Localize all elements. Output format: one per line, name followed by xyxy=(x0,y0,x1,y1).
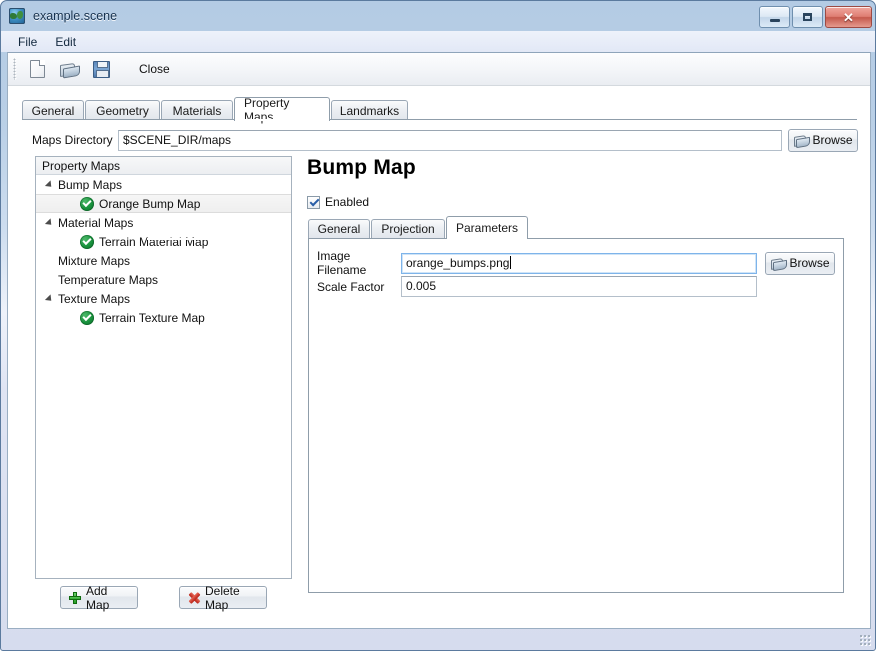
maps-directory-browse-label: Browse xyxy=(813,133,853,147)
minimize-button[interactable] xyxy=(759,6,790,28)
tab-general[interactable]: General xyxy=(22,100,84,120)
toolbar: Close xyxy=(8,53,870,86)
enabled-checkbox-row[interactable]: Enabled xyxy=(307,195,369,209)
save-file-button[interactable] xyxy=(86,55,116,84)
tree-item-material-maps[interactable]: Material Maps xyxy=(36,213,291,232)
menu-item-file[interactable]: File xyxy=(9,33,46,51)
maximize-button[interactable] xyxy=(792,6,823,28)
tree-item-terrain-texture-map[interactable]: Terrain Texture Map xyxy=(36,308,291,327)
delete-map-label: Delete Map xyxy=(205,584,258,612)
delete-x-icon xyxy=(188,592,200,604)
add-map-button[interactable]: Add Map xyxy=(60,586,138,609)
folder-icon xyxy=(771,258,785,269)
expand-arrow-icon[interactable] xyxy=(42,181,58,189)
maps-directory-input[interactable]: $SCENE_DIR/maps xyxy=(118,130,782,151)
tab-geometry[interactable]: Geometry xyxy=(85,100,160,120)
maximize-icon xyxy=(803,13,812,21)
tree-action-buttons: Add Map Delete Map xyxy=(35,586,292,610)
tree-header: Property Maps xyxy=(36,157,291,175)
application-window: example.scene ✕ File Edit xyxy=(0,0,876,651)
image-filename-browse-label: Browse xyxy=(790,256,830,270)
toolbar-grip[interactable] xyxy=(13,58,18,80)
image-filename-input[interactable]: orange_bumps.png xyxy=(401,253,757,274)
menu-item-edit[interactable]: Edit xyxy=(46,33,85,51)
delete-map-button[interactable]: Delete Map xyxy=(179,586,267,609)
client-area: Close General Geometry Materials Propert… xyxy=(7,52,871,629)
enabled-checkbox[interactable] xyxy=(307,196,320,209)
tree-item-terrain-material-map[interactable]: Terrain Material Map xyxy=(36,232,291,251)
scale-factor-input[interactable]: 0.005 xyxy=(401,276,757,297)
image-filename-label: Image Filename xyxy=(317,249,401,277)
folder-icon xyxy=(794,135,808,146)
tree-item-label: Bump Maps xyxy=(58,178,122,192)
tree-item-bump-maps[interactable]: Bump Maps xyxy=(36,175,291,194)
close-window-button[interactable]: ✕ xyxy=(825,6,872,28)
tree-item-orange-bump-map[interactable]: Orange Bump Map xyxy=(36,194,291,213)
expand-arrow-icon[interactable] xyxy=(42,295,58,303)
expand-arrow-icon[interactable] xyxy=(42,219,58,227)
tree-item-label: Orange Bump Map xyxy=(99,197,200,211)
close-icon: ✕ xyxy=(843,11,854,24)
plus-icon xyxy=(69,592,81,604)
maps-directory-row: Maps Directory $SCENE_DIR/maps Browse xyxy=(22,129,860,151)
save-floppy-icon xyxy=(93,61,110,78)
tree-item-mixture-maps[interactable]: Mixture Maps xyxy=(36,251,291,270)
new-document-icon xyxy=(30,60,45,78)
window-controls: ✕ xyxy=(759,6,872,28)
tree-item-label: Terrain Material Map xyxy=(99,235,208,249)
new-document-button[interactable] xyxy=(22,55,52,84)
text-caret xyxy=(510,256,511,269)
tree-item-temperature-maps[interactable]: Temperature Maps xyxy=(36,270,291,289)
open-folder-icon xyxy=(60,62,78,76)
close-scene-button[interactable]: Close xyxy=(130,57,179,81)
tree-item-label: Mixture Maps xyxy=(58,254,130,268)
tab-materials[interactable]: Materials xyxy=(161,100,233,120)
tab-landmarks[interactable]: Landmarks xyxy=(331,100,408,120)
tree-item-texture-maps[interactable]: Texture Maps xyxy=(36,289,291,308)
tree-item-label: Material Maps xyxy=(58,216,133,230)
detail-tab-strip: General Projection Parameters xyxy=(308,216,844,238)
tab-property-maps[interactable]: Property Maps xyxy=(234,97,330,121)
tab-strip-underline xyxy=(22,119,857,120)
maps-directory-label: Maps Directory xyxy=(32,133,114,147)
subtab-projection[interactable]: Projection xyxy=(371,219,445,238)
resize-grip[interactable] xyxy=(859,634,871,646)
subtab-general[interactable]: General xyxy=(308,219,370,238)
scale-factor-label: Scale Factor xyxy=(317,280,401,294)
globe-icon xyxy=(9,8,25,24)
tree-item-label: Texture Maps xyxy=(58,292,130,306)
check-circle-icon xyxy=(80,235,94,249)
image-filename-browse-button[interactable]: Browse xyxy=(765,252,835,275)
menu-bar: File Edit xyxy=(1,31,876,52)
scale-factor-row: Scale Factor 0.005 xyxy=(317,276,757,297)
tree-item-label: Temperature Maps xyxy=(58,273,158,287)
open-file-button[interactable] xyxy=(54,55,84,84)
minimize-icon xyxy=(770,19,780,22)
tab-selected-gap xyxy=(235,119,329,121)
title-bar: example.scene ✕ xyxy=(1,1,876,31)
main-tab-strip: General Geometry Materials Property Maps… xyxy=(22,97,857,120)
property-maps-tree[interactable]: Property Maps Bump Maps Orange Bump Map … xyxy=(35,156,292,579)
maps-directory-browse-button[interactable]: Browse xyxy=(788,129,858,152)
detail-tab-selected-gap xyxy=(147,238,227,240)
subtab-parameters[interactable]: Parameters xyxy=(446,216,528,239)
tree-item-label: Terrain Texture Map xyxy=(99,311,205,325)
enabled-label: Enabled xyxy=(325,195,369,209)
check-circle-icon xyxy=(80,311,94,325)
add-map-label: Add Map xyxy=(86,584,129,612)
detail-page-title: Bump Map xyxy=(307,156,416,180)
image-filename-row: Image Filename orange_bumps.png Browse xyxy=(317,249,835,277)
window-title: example.scene xyxy=(33,9,117,23)
check-circle-icon xyxy=(80,197,94,211)
